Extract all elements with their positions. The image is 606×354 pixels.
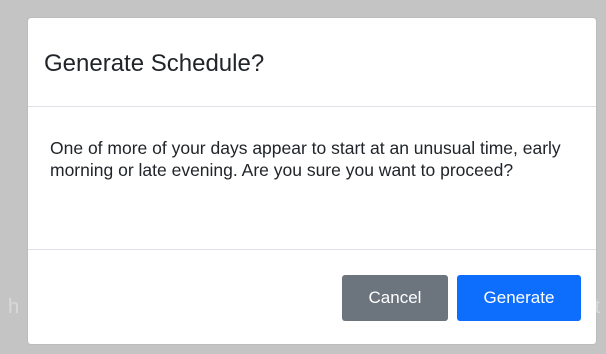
dialog-header: Generate Schedule? [28,18,596,107]
generate-schedule-dialog: Generate Schedule? One of more of your d… [28,18,596,344]
dialog-footer: Cancel Generate [28,250,596,344]
dialog-title: Generate Schedule? [44,50,265,77]
dialog-message: One of more of your days appear to start… [50,138,561,180]
backdrop-fragment-left: h [8,296,20,318]
dialog-body: One of more of your days appear to start… [28,107,596,250]
generate-button[interactable]: Generate [457,275,581,321]
cancel-button[interactable]: Cancel [342,275,448,321]
